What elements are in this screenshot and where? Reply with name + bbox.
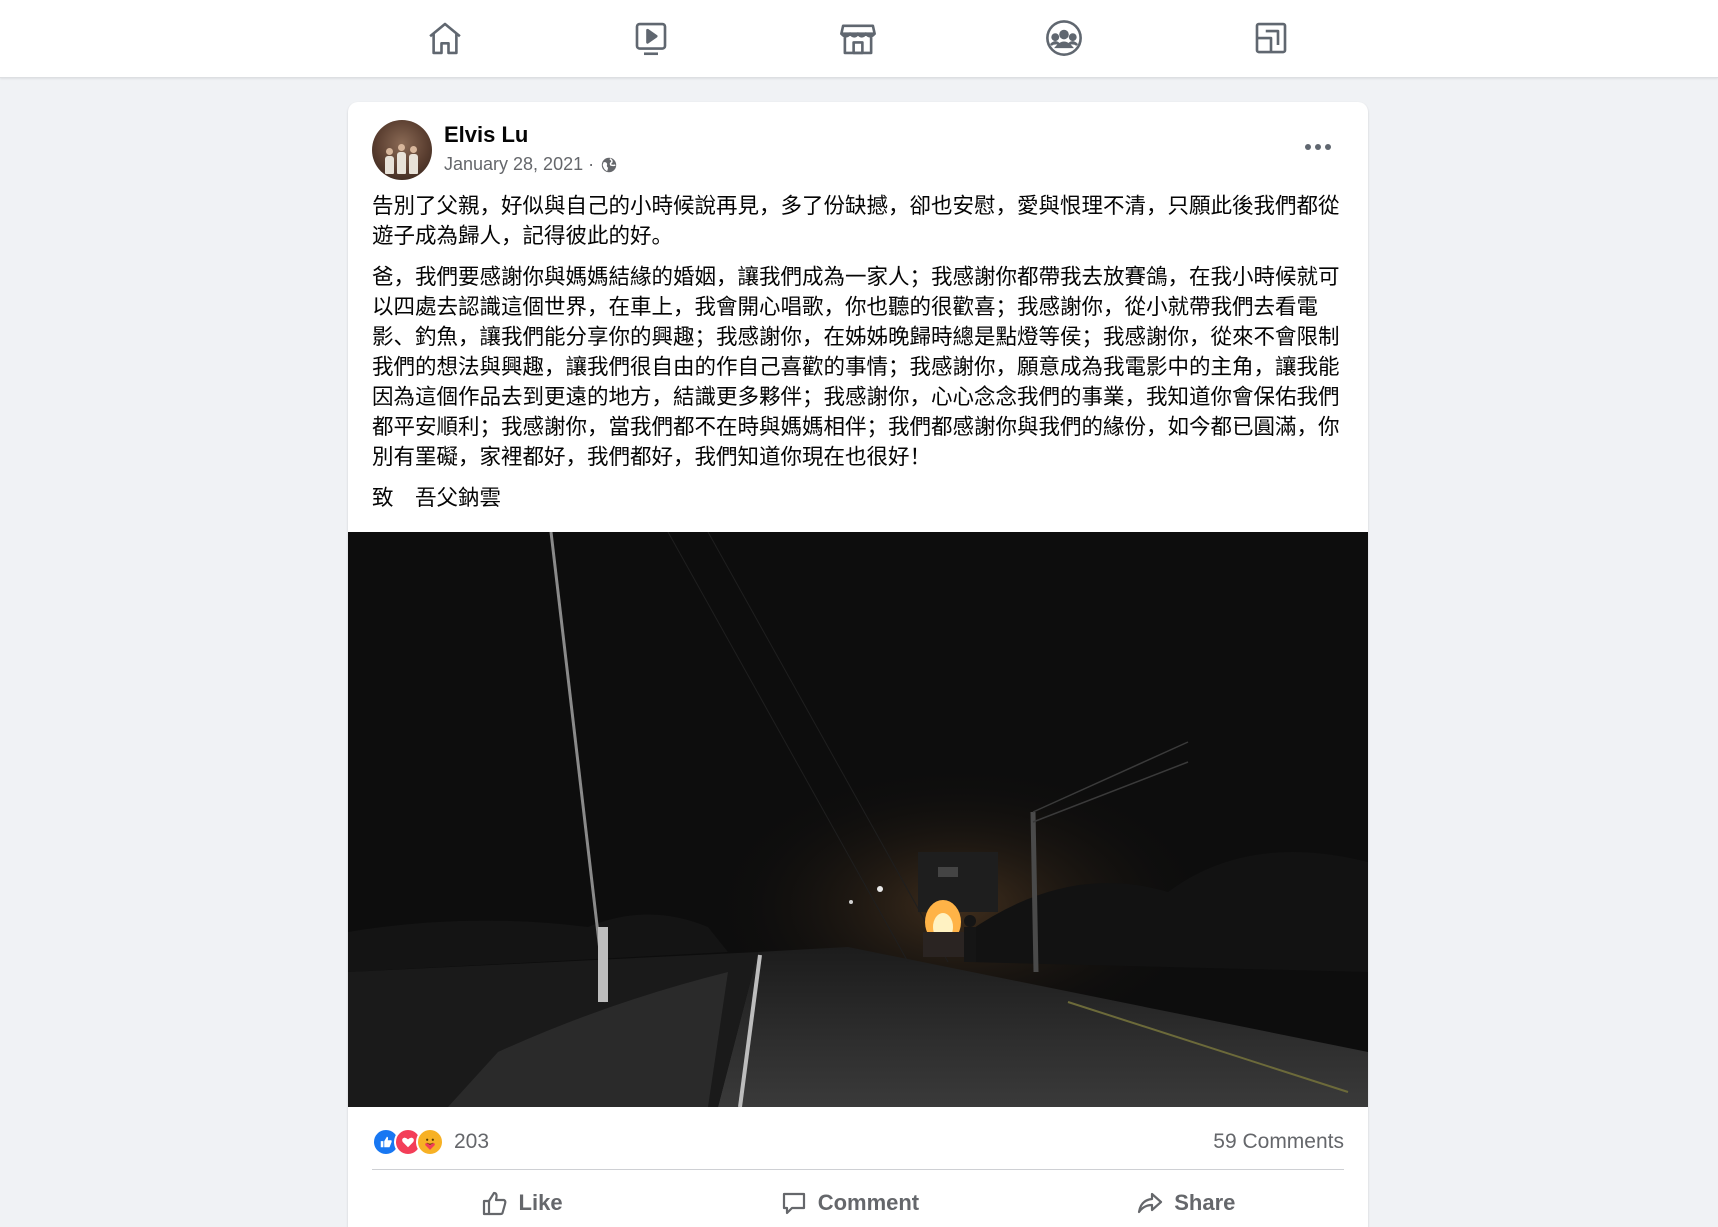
- dot-icon: [1305, 144, 1311, 150]
- comment-label: Comment: [817, 1190, 920, 1215]
- reactions-summary[interactable]: 203: [372, 1128, 489, 1156]
- post-card: Elvis Lu January 28, 2021 · 告別了父親，好似與自己的…: [348, 102, 1368, 1227]
- more-options-button[interactable]: [1298, 132, 1338, 162]
- post-author-name[interactable]: Elvis Lu: [444, 122, 528, 148]
- divider: [372, 1169, 1344, 1170]
- post-text: 告別了父親，好似與自己的小時候說再見，多了份缺撼，卻也安慰，愛與恨理不清，只願此…: [372, 192, 1347, 525]
- post-paragraph: 爸，我們要感謝你與媽媽結緣的婚姻，讓我們成為一家人；我感謝你都帶我去放賽鴿，在我…: [372, 265, 1340, 470]
- post-date[interactable]: January 28, 2021 ·: [444, 154, 594, 175]
- post-paragraph: 告別了父親，好似與自己的小時候說再見，多了份缺撼，卻也安慰，愛與恨理不清，只願此…: [372, 194, 1340, 249]
- home-icon[interactable]: [421, 14, 469, 62]
- reaction-count: 203: [454, 1130, 490, 1153]
- video-play-icon[interactable]: [627, 14, 675, 62]
- like-label: Like: [518, 1190, 563, 1215]
- post-actions: Like Comment Share: [372, 1180, 1344, 1226]
- post-photo[interactable]: [348, 532, 1368, 1107]
- thumbs-up-icon: [482, 1191, 506, 1216]
- globe-icon: [601, 157, 617, 172]
- gaming-icon[interactable]: [1247, 14, 1295, 62]
- post-stats: 203 59 Comments: [372, 1124, 1344, 1160]
- share-arrow-icon: [1138, 1192, 1163, 1214]
- comment-bubble-icon: [782, 1192, 805, 1215]
- comment-button[interactable]: Comment: [750, 1183, 949, 1223]
- like-button[interactable]: Like: [451, 1183, 593, 1223]
- post-meta: January 28, 2021 ·: [444, 154, 618, 175]
- storefront-icon[interactable]: [834, 14, 882, 62]
- post-paragraph: 致 吾父鈉雲: [372, 486, 502, 511]
- dot-icon: [1315, 144, 1321, 150]
- care-reaction-icon: [416, 1128, 444, 1156]
- share-button[interactable]: Share: [1106, 1183, 1265, 1223]
- dot-icon: [1325, 144, 1331, 150]
- avatar[interactable]: [372, 120, 432, 180]
- top-navigation-bar: [0, 0, 1718, 78]
- groups-icon[interactable]: [1040, 14, 1088, 62]
- share-label: Share: [1174, 1190, 1236, 1215]
- comments-count-link[interactable]: 59 Comments: [1213, 1130, 1344, 1154]
